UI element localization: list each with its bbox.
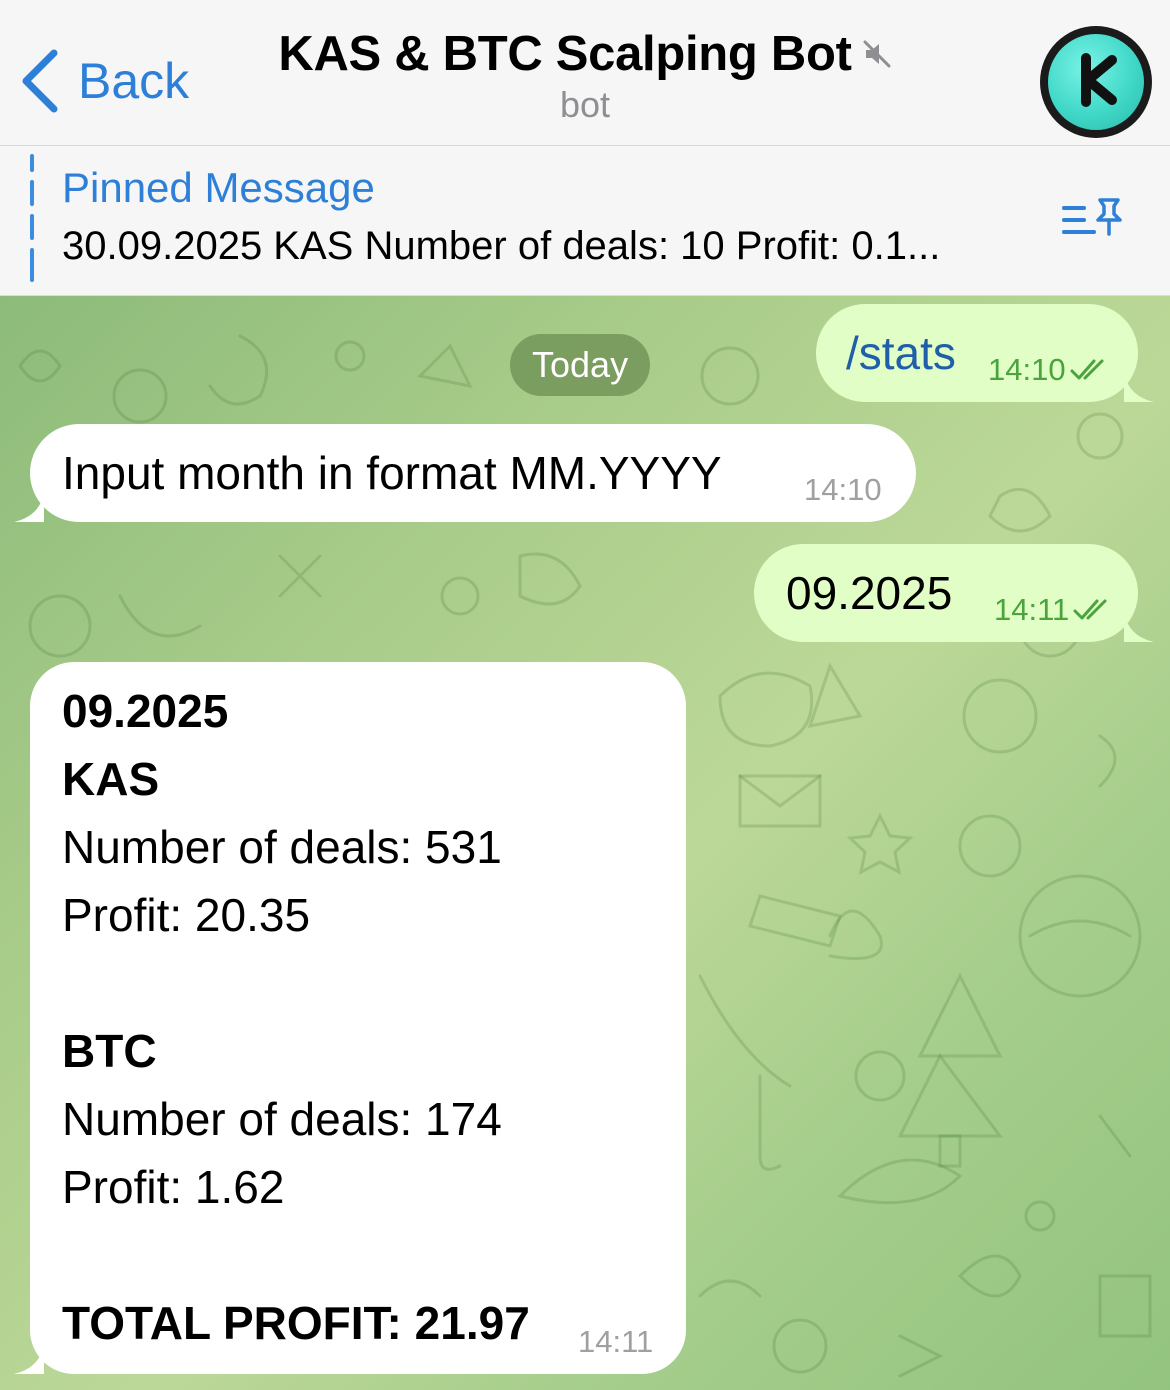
chat-subtitle: bot [559,84,611,125]
chat-title-area[interactable]: KAS & BTC Scalping Bot bot [250,26,920,126]
btc-deals: Number of deals: 174 [62,1093,502,1145]
outgoing-message[interactable]: /stats 14:10 [816,304,1154,402]
bubble-tail [14,492,44,522]
double-check-icon [1070,357,1108,383]
pinned-text: 30.09.2025 KAS Number of deals: 10 Profi… [62,224,941,268]
kas-profit: Profit: 20.35 [62,889,311,941]
kas-deals: Number of deals: 531 [62,821,502,873]
pinned-message-bar[interactable]: Pinned Message 30.09.2025 KAS Number of … [0,146,1170,296]
kaspa-logo-icon [1066,50,1126,115]
command-link[interactable]: /stats [846,326,956,380]
message-time: 14:10 [804,472,882,507]
bubble-tail [1124,372,1154,402]
pinned-indicator [30,154,34,282]
back-button[interactable]: Back [20,46,189,116]
message-time: 14:11 [578,1324,654,1359]
message-text: 09.2025 [786,567,953,619]
chat-title: KAS & BTC Scalping Bot [278,27,852,81]
chat-messages-area[interactable]: Today /stats 14:10 Input month in format… [0,296,1170,1390]
bubble-tail [1124,612,1154,642]
kas-heading: KAS [62,753,160,805]
pinned-list-icon[interactable] [1060,194,1126,251]
bot-avatar[interactable] [1040,26,1152,138]
message-text: Input month in format MM.YYYY [62,447,722,499]
message-time: 14:10 [988,352,1066,387]
message-meta: 14:11 [994,592,1111,628]
btc-heading: BTC [62,1025,157,1077]
date-separator: Today [510,334,651,396]
stats-message[interactable]: 09.2025 KAS Number of deals: 531 Profit:… [14,662,686,1374]
message-time: 14:11 [994,592,1070,627]
outgoing-message[interactable]: 09.2025 14:11 [754,544,1154,642]
pinned-title: Pinned Message [62,164,375,211]
bubble-tail [14,1344,44,1374]
total-profit: TOTAL PROFIT: 21.97 [62,1297,530,1349]
btc-profit: Profit: 1.62 [62,1161,285,1213]
chevron-left-icon [20,49,60,113]
message-meta: 14:10 [988,352,1108,388]
back-label: Back [78,53,190,109]
incoming-message[interactable]: Input month in format MM.YYYY 14:10 [14,424,916,522]
double-check-icon [1073,597,1111,623]
chat-header: Back KAS & BTC Scalping Bot bot [0,0,1170,146]
stats-period: 09.2025 [62,685,229,737]
muted-speaker-icon [862,39,892,69]
